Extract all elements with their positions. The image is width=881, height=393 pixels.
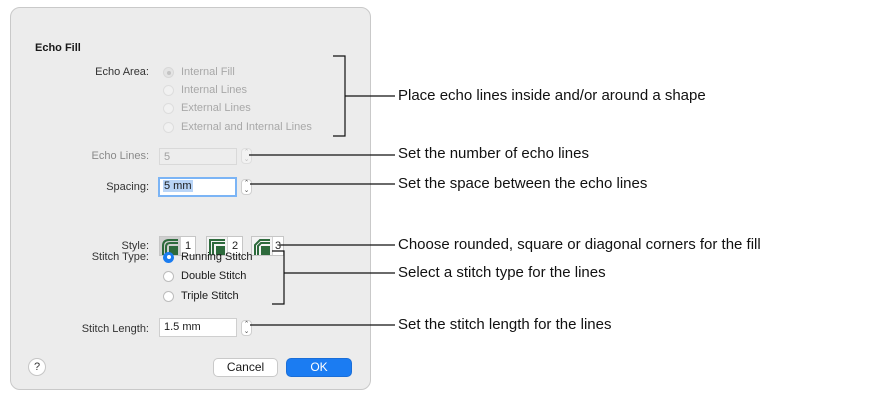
- echo-area-bracket: [333, 55, 346, 137]
- callout-stitch-length: Set the stitch length for the lines: [398, 316, 612, 333]
- callout-lines: [249, 55, 395, 326]
- callout-stitch-type: Select a stitch type for the lines: [398, 264, 606, 281]
- callout-echo-area: Place echo lines inside and/or around a …: [398, 87, 706, 104]
- stitch-type-bracket: [272, 250, 285, 305]
- callout-style: Choose rounded, square or diagonal corne…: [398, 236, 761, 253]
- callout-echo-lines: Set the number of echo lines: [398, 145, 589, 162]
- callout-spacing: Set the space between the echo lines: [398, 175, 648, 192]
